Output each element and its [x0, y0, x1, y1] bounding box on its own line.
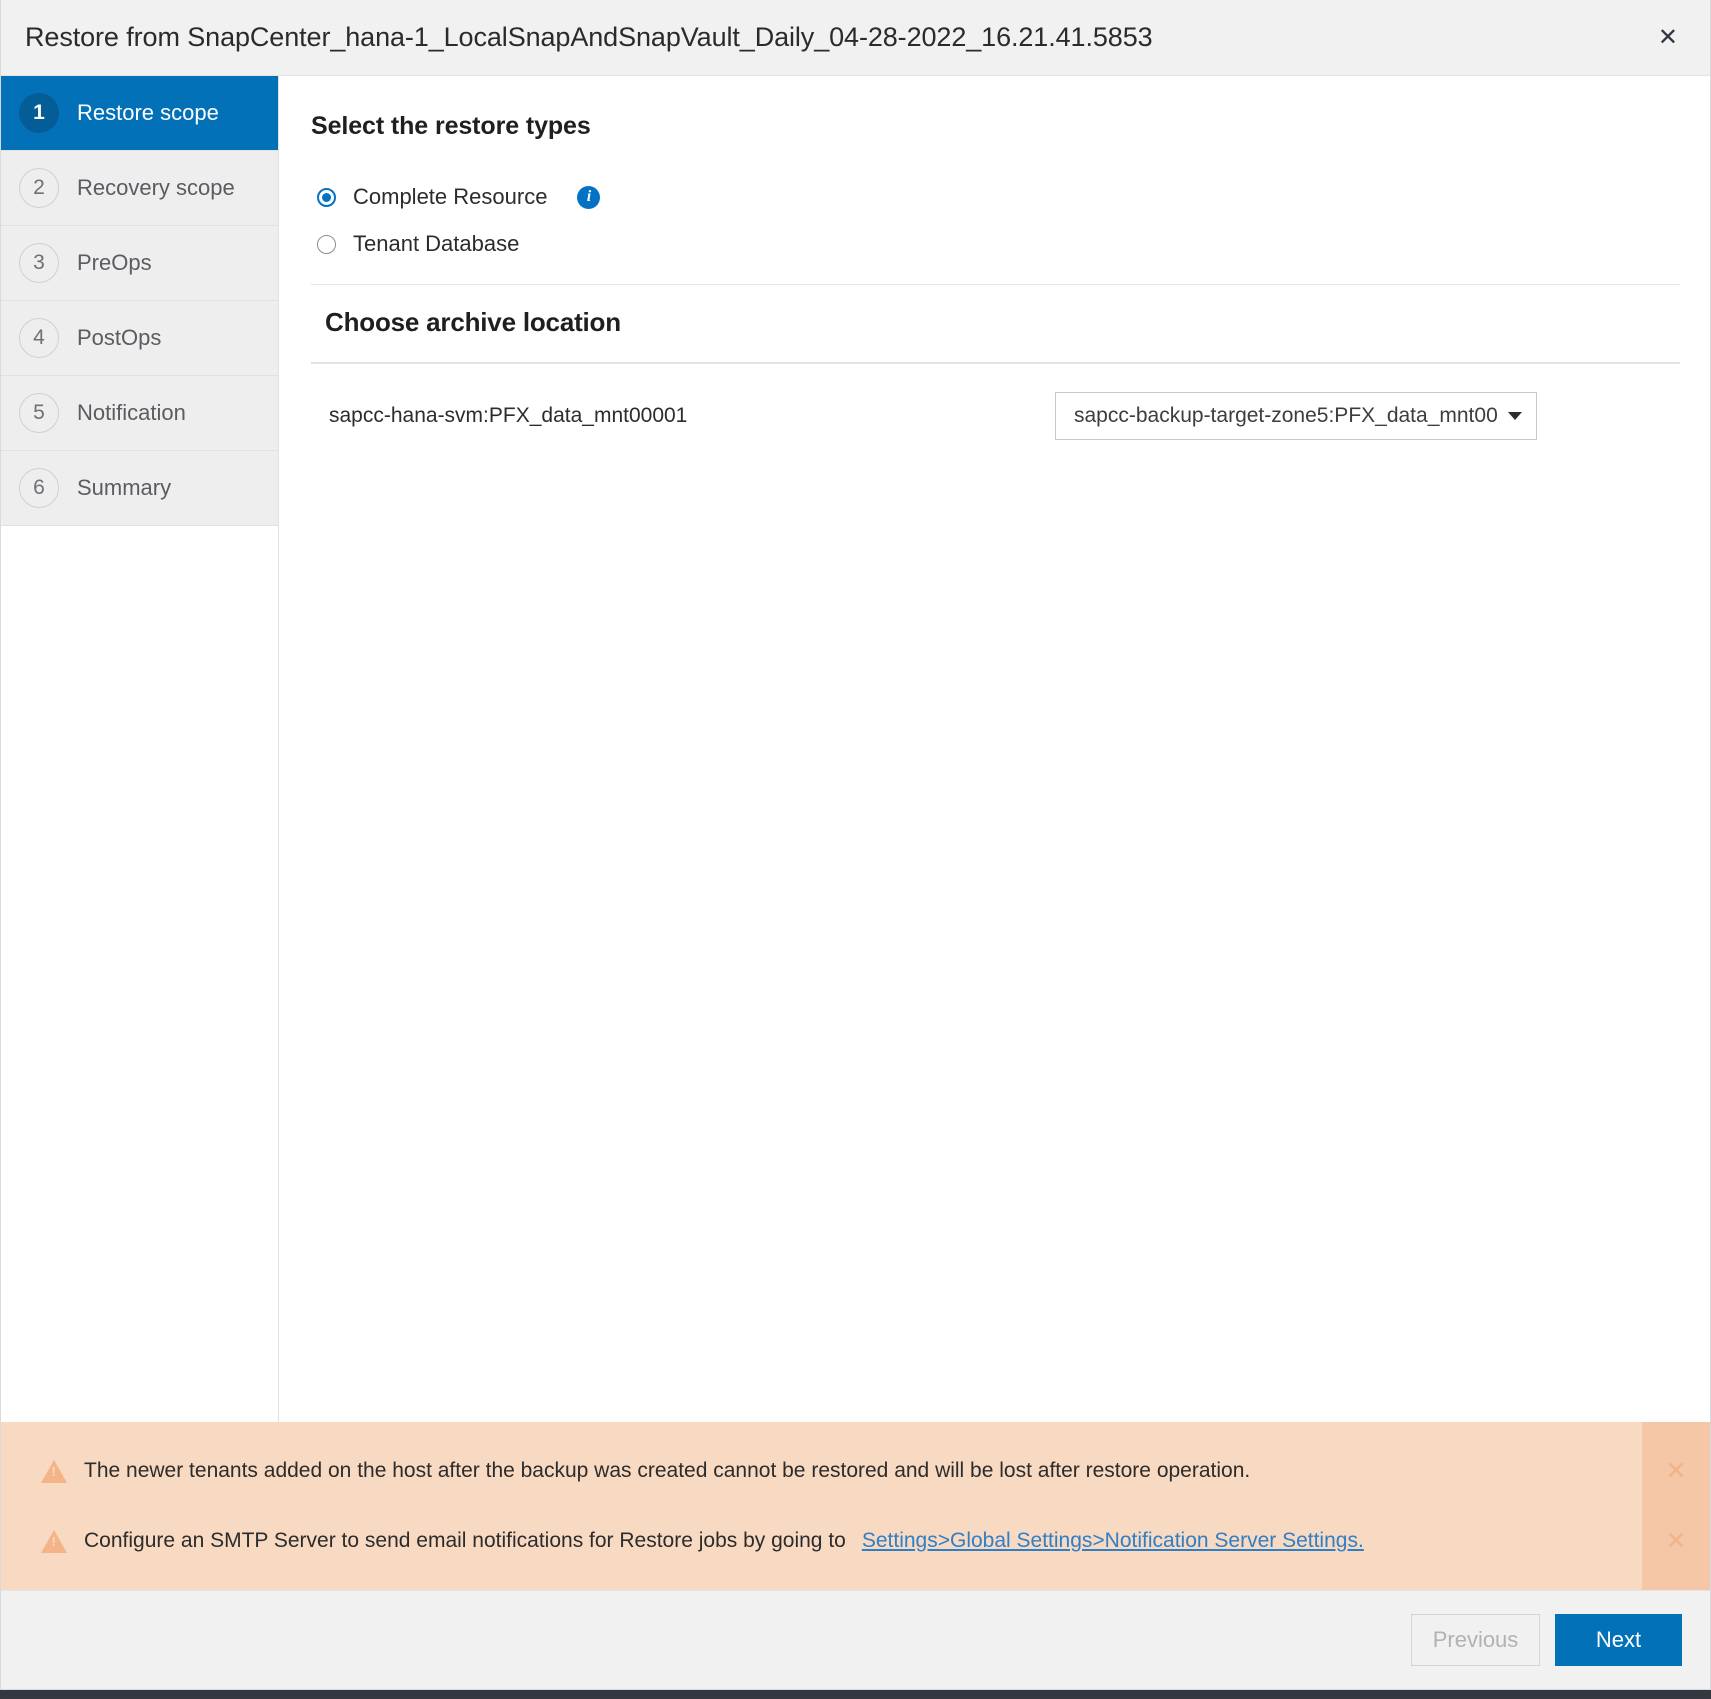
step-number: 6	[19, 468, 59, 508]
info-icon[interactable]: i	[577, 185, 601, 209]
warning-banner-close-column: ✕ ✕	[1642, 1422, 1710, 1590]
sidebar-item-recovery-scope[interactable]: 2 Recovery scope	[1, 151, 278, 226]
warning-banner: The newer tenants added on the host afte…	[1, 1422, 1710, 1590]
radio-button-complete-resource[interactable]	[317, 187, 336, 207]
step-number: 4	[19, 318, 59, 358]
step-number: 2	[19, 168, 59, 208]
wizard-content-panel: Select the restore types Complete Resour…	[279, 76, 1710, 1422]
sidebar-item-postops[interactable]: 4 PostOps	[1, 301, 278, 376]
warning-text-smtp: Configure an SMTP Server to send email n…	[84, 1529, 846, 1552]
step-label: PreOps	[77, 250, 152, 275]
restore-type-radio-group: Complete Resource i Tenant Database	[311, 181, 1680, 260]
sidebar-item-notification[interactable]: 5 Notification	[1, 376, 278, 451]
radio-button-tenant-database[interactable]	[317, 234, 336, 254]
dismiss-warning-smtp-icon[interactable]: ✕	[1642, 1514, 1710, 1568]
archive-target-dropdown[interactable]: sapcc-backup-target-zone5:PFX_data_mnt00	[1055, 392, 1537, 440]
step-number: 1	[19, 93, 59, 133]
radio-option-complete-resource[interactable]: Complete Resource i	[311, 181, 1680, 213]
warning-message-smtp: Configure an SMTP Server to send email n…	[41, 1514, 1642, 1568]
warning-icon	[41, 1459, 67, 1483]
warning-icon	[41, 1529, 67, 1553]
notification-settings-link[interactable]: Settings>Global Settings>Notification Se…	[862, 1529, 1364, 1553]
warning-banner-messages: The newer tenants added on the host afte…	[1, 1422, 1642, 1590]
section-divider-bottom	[311, 362, 1680, 364]
warning-message-tenants: The newer tenants added on the host afte…	[41, 1444, 1642, 1498]
wizard-footer: Previous Next	[1, 1590, 1710, 1689]
close-icon[interactable]: ✕	[1650, 22, 1686, 54]
step-label: Notification	[77, 400, 186, 425]
chevron-down-icon	[1508, 412, 1522, 420]
sidebar-item-summary[interactable]: 6 Summary	[1, 451, 278, 526]
dismiss-warning-tenants-icon[interactable]: ✕	[1642, 1444, 1710, 1498]
step-label: Recovery scope	[77, 175, 235, 200]
radio-label-tenant-database: Tenant Database	[353, 231, 520, 256]
archive-source-volume: sapcc-hana-svm:PFX_data_mnt00001	[329, 404, 688, 427]
wizard-step-sidebar: 1 Restore scope 2 Recovery scope 3 PreOp…	[1, 76, 279, 1422]
modal-titlebar: Restore from SnapCenter_hana-1_LocalSnap…	[1, 0, 1710, 76]
modal-body: 1 Restore scope 2 Recovery scope 3 PreOp…	[1, 76, 1710, 1422]
page-title: Select the restore types	[311, 112, 591, 140]
restore-wizard-modal: Restore from SnapCenter_hana-1_LocalSnap…	[0, 0, 1711, 1690]
modal-title: Restore from SnapCenter_hana-1_LocalSnap…	[25, 22, 1153, 52]
archive-location-title: Choose archive location	[325, 307, 621, 337]
step-label: Restore scope	[77, 100, 219, 125]
step-label: PostOps	[77, 325, 162, 350]
archive-target-selected-value: sapcc-backup-target-zone5:PFX_data_mnt00	[1074, 404, 1498, 427]
next-button[interactable]: Next	[1555, 1614, 1682, 1666]
archive-location-row: sapcc-hana-svm:PFX_data_mnt00001 sapcc-b…	[311, 392, 1680, 440]
step-number: 3	[19, 243, 59, 283]
radio-label-complete-resource: Complete Resource	[353, 184, 548, 209]
previous-button[interactable]: Previous	[1411, 1614, 1540, 1666]
sidebar-item-restore-scope[interactable]: 1 Restore scope	[1, 76, 278, 151]
section-divider-top	[311, 284, 1680, 285]
warning-text-tenants: The newer tenants added on the host afte…	[84, 1459, 1251, 1482]
sidebar-item-preops[interactable]: 3 PreOps	[1, 226, 278, 301]
step-number: 5	[19, 393, 59, 433]
step-label: Summary	[77, 475, 172, 500]
radio-option-tenant-database[interactable]: Tenant Database	[311, 228, 1680, 260]
